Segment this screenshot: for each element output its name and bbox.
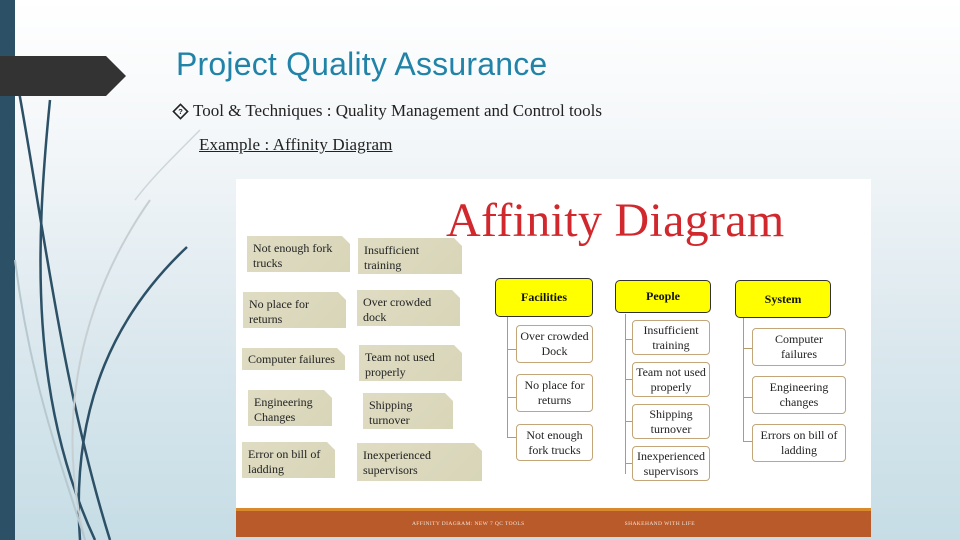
- figure-footer: AFFINITY DIAGRAM: NEW 7 QC TOOLS SHAKEHA…: [236, 508, 871, 537]
- svg-text:?: ?: [178, 107, 183, 116]
- tree-connector: [507, 317, 508, 437]
- category-item: No place for returns: [516, 374, 593, 412]
- category-header-facilities: Facilities: [495, 278, 593, 317]
- bullet-item: ? Tool & Techniques : Quality Management…: [172, 101, 602, 121]
- sticky-note: Over crowded dock: [357, 290, 460, 326]
- sticky-note: Inexperienced supervisors: [357, 443, 482, 481]
- category-item: Over crowded Dock: [516, 325, 593, 363]
- sticky-note: Team not used properly: [359, 345, 462, 381]
- sticky-note: Engineering Changes: [248, 390, 332, 426]
- category-item: Errors on bill of ladding: [752, 424, 846, 462]
- category-item: Insufficient training: [632, 320, 710, 355]
- sticky-note: Computer failures: [242, 348, 345, 370]
- tree-connector: [743, 317, 744, 441]
- category-item: Shipping turnover: [632, 404, 710, 439]
- category-header-system: System: [735, 280, 831, 318]
- question-diamond-icon: ?: [172, 102, 189, 120]
- category-item: Engineering changes: [752, 376, 846, 414]
- sticky-note: Insufficient training: [358, 238, 462, 274]
- sticky-note: No place for returns: [243, 292, 346, 328]
- category-item: Not enough fork trucks: [516, 424, 593, 461]
- category-item: Inexperienced supervisors: [632, 446, 710, 481]
- category-item: Team not used properly: [632, 362, 710, 397]
- slide-title: Project Quality Assurance: [176, 46, 548, 82]
- sticky-note: Shipping turnover: [363, 393, 453, 429]
- figure-title: Affinity Diagram: [446, 194, 785, 247]
- sticky-note: Not enough fork trucks: [247, 236, 350, 272]
- footer-left-text: AFFINITY DIAGRAM: NEW 7 QC TOOLS: [411, 521, 525, 527]
- category-header-people: People: [615, 280, 711, 313]
- arrow-banner: [0, 56, 126, 96]
- tree-connector: [625, 314, 626, 474]
- footer-right-text: SHAKEHAND WITH LIFE: [624, 521, 696, 527]
- bullet-text: Tool & Techniques : Quality Management a…: [193, 101, 603, 120]
- sticky-note: Error on bill of ladding: [242, 442, 335, 478]
- affinity-diagram-image: Affinity Diagram Not enough fork trucks …: [236, 179, 871, 537]
- example-link[interactable]: Example : Affinity Diagram: [199, 135, 393, 155]
- category-item: Computer failures: [752, 328, 846, 366]
